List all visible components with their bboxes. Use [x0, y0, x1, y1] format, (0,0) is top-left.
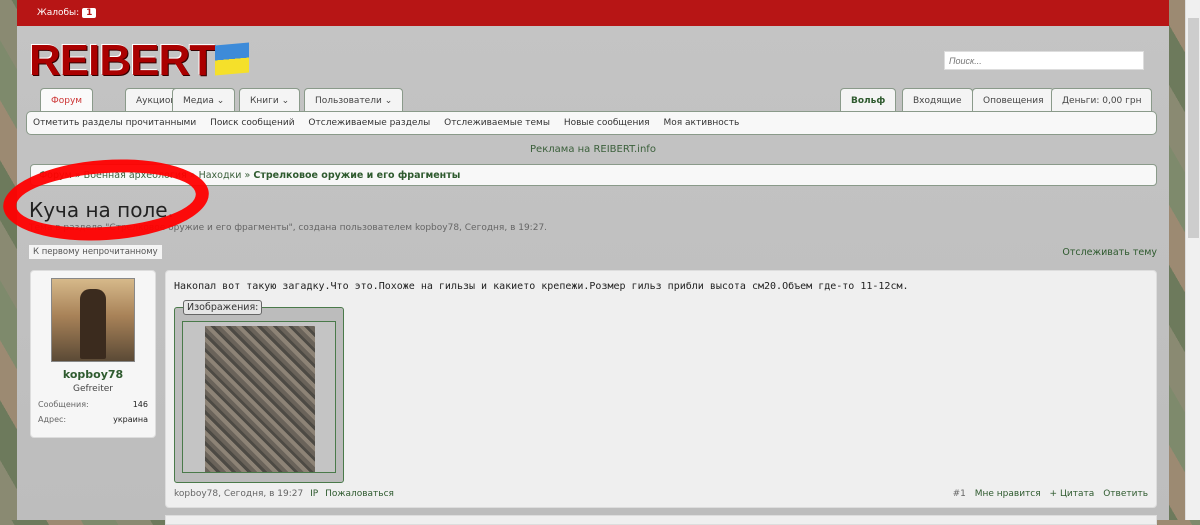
stat-value: украина — [113, 415, 148, 424]
site-logo[interactable]: REIBERT — [29, 36, 250, 86]
user-info-card: kopboy78 Gefreiter Сообщения: 146 Адрес: у… — [30, 270, 156, 438]
mark-read-link[interactable]: Отметить разделы прочитанными — [33, 118, 196, 128]
stat-label: Сообщения: — [38, 400, 89, 409]
new-posts-link[interactable]: Новые сообщения — [564, 118, 650, 128]
alerts-tab[interactable]: Оповещения — [972, 88, 1055, 112]
username-link[interactable]: kopboy78 — [31, 368, 155, 381]
watched-threads-link[interactable]: Отслеживаемые темы — [444, 118, 550, 128]
tab-forum[interactable]: Форум — [40, 88, 94, 112]
user-stat: Сообщения: 146 — [31, 400, 155, 409]
reply-link[interactable]: Ответить — [1103, 489, 1148, 499]
like-link[interactable]: Мне нравится — [975, 489, 1041, 499]
post: Накопал вот такую загадку.Что это.Похоже… — [165, 270, 1157, 508]
tab-label: Книги — [250, 96, 279, 106]
post-author-date[interactable]: kopboy78, Сегодня, в 19:27 — [174, 489, 303, 499]
stat-value[interactable]: 146 — [133, 400, 148, 409]
scrollbar[interactable] — [1185, 0, 1200, 520]
logo-text: REIBERT — [29, 36, 216, 85]
report-link[interactable]: Пожаловаться — [325, 489, 394, 499]
attachment-image[interactable] — [205, 326, 315, 472]
reports-badge[interactable]: 1 — [82, 8, 97, 18]
ip-link[interactable]: IP — [310, 489, 318, 499]
post-actions: #1 Мне нравится + Цитата Ответить — [947, 489, 1148, 499]
post-number-link[interactable]: #1 — [953, 489, 966, 499]
breadcrumb-current[interactable]: Стрелковое оружие и его фрагменты — [253, 170, 460, 181]
scrollbar-thumb[interactable] — [1188, 18, 1199, 238]
attachment-thumbnail[interactable] — [182, 321, 336, 473]
stat-label: Адрес: — [38, 415, 67, 424]
tab-books[interactable]: Книги ⌄ — [239, 88, 301, 112]
page: Жалобы:1 REIBERT Форум Аукцион ⌄ Медиа ⌄… — [0, 0, 1169, 525]
avatar[interactable] — [51, 278, 135, 362]
admin-bar: Жалобы: 1 — [17, 0, 1169, 26]
ad-link[interactable]: Реклама на REIBERT.info — [17, 144, 1169, 155]
chevron-down-icon: ⌄ — [216, 96, 225, 106]
user-stat: Адрес: украина — [31, 415, 155, 424]
chevron-down-icon: ⌄ — [384, 96, 393, 106]
search-posts-link[interactable]: Поиск сообщений — [210, 118, 294, 128]
search-input[interactable] — [944, 51, 1144, 70]
post-meta: kopboy78, Сегодня, в 19:27 IP Пожаловать… — [174, 489, 398, 499]
tab-label: Пользователи — [315, 96, 382, 106]
post-text: Накопал вот такую загадку.Что это.Похоже… — [174, 281, 909, 292]
next-post — [165, 515, 1157, 525]
watch-thread-link[interactable]: Отслеживать тему — [1062, 247, 1157, 258]
tab-label: Медиа — [183, 96, 214, 106]
my-activity-link[interactable]: Моя активность — [663, 118, 739, 128]
quote-link[interactable]: + Цитата — [1050, 489, 1095, 499]
chevron-down-icon: ⌄ — [281, 96, 290, 106]
money-tab[interactable]: Деньги: 0,00 грн — [1051, 88, 1153, 112]
inbox-tab[interactable]: Входящие — [902, 88, 973, 112]
tab-users[interactable]: Пользователи ⌄ — [304, 88, 404, 112]
account-tab[interactable]: Вольф — [840, 88, 897, 112]
breadcrumb-finds[interactable]: Находки — [199, 170, 242, 181]
watched-forums-link[interactable]: Отслеживаемые разделы — [308, 118, 430, 128]
reports-link[interactable]: Жалобы: — [37, 8, 79, 18]
sub-navigation: Отметить разделы прочитанными Поиск сооб… — [26, 111, 1157, 135]
attachments-label: Изображения: — [183, 300, 263, 315]
first-unread-button[interactable]: К первому непрочитанному — [29, 245, 162, 259]
user-rank: Gefreiter — [73, 384, 113, 394]
tab-media[interactable]: Медиа ⌄ — [172, 88, 236, 112]
tab-label: Аукцион — [136, 96, 177, 106]
attachments-block: Изображения: — [174, 300, 344, 483]
ukraine-flag-icon — [215, 42, 250, 76]
